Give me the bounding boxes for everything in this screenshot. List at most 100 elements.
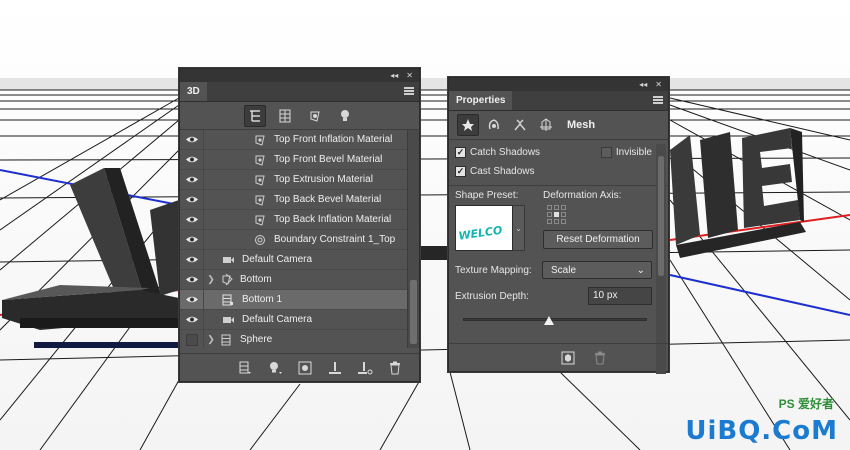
visibility-toggle[interactable]	[180, 250, 204, 269]
3d-panel: ◂◂ ✕ 3D Top Front Inflation Material Top…	[179, 68, 420, 382]
add-mesh-button[interactable]	[236, 359, 254, 377]
properties-scrollbar[interactable]	[656, 144, 666, 374]
extrusion-depth-row: Extrusion Depth: 10 px	[455, 283, 652, 309]
chevron-down-icon[interactable]: ⌄	[513, 205, 525, 251]
watermark: PS 爱好者 UiBQ.CoM	[685, 397, 838, 446]
add-constraint-icon	[298, 361, 311, 374]
reset-deformation-button[interactable]: Reset Deformation	[543, 230, 653, 249]
slider-handle[interactable]	[544, 316, 555, 325]
materials-filter-button[interactable]	[304, 105, 326, 127]
collapse-icon[interactable]: ◂◂	[390, 71, 398, 80]
panel-tabbar: Properties	[449, 91, 668, 111]
add-light-button[interactable]	[266, 359, 284, 377]
axis-point[interactable]	[547, 219, 552, 224]
list-item-selected[interactable]: Bottom 1	[180, 290, 419, 310]
list-item[interactable]: ❯ Sphere	[180, 330, 419, 348]
lights-filter-button[interactable]	[334, 105, 356, 127]
3d-filter-toolbar	[180, 102, 419, 130]
deform-mode-button[interactable]	[483, 114, 505, 136]
list-item[interactable]: Default Camera	[180, 250, 419, 270]
toggle-objects-button[interactable]	[356, 359, 374, 377]
camera-icon	[220, 253, 236, 267]
layer-name: Top Back Bevel Material	[274, 194, 382, 205]
preset-preview-image: WELCO	[458, 224, 503, 243]
list-item[interactable]: Top Back Bevel Material	[180, 190, 419, 210]
panel-chrome: ◂◂ ✕	[180, 69, 419, 82]
cast-shadows-row: ✓ Cast Shadows	[455, 162, 652, 181]
axis-point[interactable]	[561, 205, 566, 210]
texture-mapping-select[interactable]: Scale ⌄	[542, 261, 652, 279]
whole-scene-filter-button[interactable]	[243, 104, 266, 127]
list-item[interactable]: Default Camera	[180, 310, 419, 330]
chevron-down-icon: ⌄	[636, 264, 645, 276]
texture-mapping-label: Texture Mapping:	[455, 264, 532, 276]
axis-point[interactable]	[554, 205, 559, 210]
cast-shadows-checkbox[interactable]: ✓	[455, 166, 466, 177]
visibility-toggle[interactable]	[180, 190, 204, 209]
list-item[interactable]: ❯ Bottom	[180, 270, 419, 290]
list-item[interactable]: Top Front Inflation Material	[180, 130, 419, 150]
list-item[interactable]: Top Back Inflation Material	[180, 210, 419, 230]
scrollbar-thumb[interactable]	[658, 156, 664, 276]
visibility-toggle[interactable]	[180, 130, 204, 149]
mesh-mode-button[interactable]	[457, 114, 479, 136]
add-constraint-button[interactable]	[296, 359, 314, 377]
3d-viewport[interactable]	[0, 0, 850, 450]
layer-name: Default Camera	[242, 314, 313, 325]
deformation-axis-group: Deformation Axis: Reset Deformation	[543, 190, 653, 251]
layer-name: Top Back Inflation Material	[274, 214, 392, 225]
collapse-icon[interactable]: ◂◂	[639, 80, 647, 89]
invisible-checkbox[interactable]	[600, 147, 612, 158]
cap-mode-button[interactable]	[509, 114, 531, 136]
layer-name: Default Camera	[242, 254, 313, 265]
visibility-toggle[interactable]	[180, 310, 204, 329]
layer-name: Boundary Constraint 1_Top	[274, 234, 396, 245]
tab-3d[interactable]: 3D	[180, 82, 207, 101]
mesh-icon	[218, 333, 234, 347]
catch-shadows-checkbox[interactable]: ✓	[455, 147, 466, 158]
drop-to-ground-button[interactable]	[326, 359, 344, 377]
visibility-toggle[interactable]	[180, 170, 204, 189]
axis-point-selected[interactable]	[554, 212, 559, 217]
eye-icon	[185, 296, 198, 303]
chevron-right-icon[interactable]: ❯	[204, 334, 218, 345]
delete-button[interactable]	[386, 359, 404, 377]
deformation-axis-label: Deformation Axis:	[543, 190, 622, 201]
layer-list-scrollbar[interactable]	[407, 130, 419, 348]
visibility-toggle[interactable]	[180, 290, 204, 309]
slider-track[interactable]	[463, 318, 647, 321]
axis-point[interactable]	[547, 212, 552, 217]
extrusion-depth-slider[interactable]	[463, 311, 647, 329]
axis-point[interactable]	[561, 219, 566, 224]
axis-point[interactable]	[561, 212, 566, 217]
visibility-toggle[interactable]	[180, 330, 204, 348]
visibility-toggle[interactable]	[180, 230, 204, 249]
axis-point[interactable]	[554, 219, 559, 224]
panel-menu-icon[interactable]	[653, 96, 663, 104]
list-item[interactable]: Top Extrusion Material	[180, 170, 419, 190]
scene-tree-icon	[249, 109, 260, 122]
deformation-axis-picker[interactable]	[547, 205, 653, 224]
meshes-filter-button[interactable]	[274, 105, 296, 127]
visibility-toggle[interactable]	[180, 210, 204, 229]
light-bulb-icon	[269, 361, 282, 374]
close-icon[interactable]: ✕	[655, 80, 662, 89]
list-item[interactable]: Top Front Bevel Material	[180, 150, 419, 170]
chevron-right-icon[interactable]: ❯	[204, 274, 218, 285]
close-icon[interactable]: ✕	[406, 71, 413, 80]
material-icon	[252, 133, 268, 147]
shape-preset-thumbnail[interactable]: WELCO	[455, 205, 513, 251]
tab-properties[interactable]: Properties	[449, 91, 513, 110]
visibility-toggle[interactable]	[180, 270, 204, 289]
render-button[interactable]	[559, 349, 577, 367]
layer-name: Top Front Inflation Material	[274, 134, 393, 145]
axis-point[interactable]	[547, 205, 552, 210]
panel-menu-icon[interactable]	[404, 87, 414, 95]
extrusion-depth-input[interactable]: 10 px	[588, 287, 652, 305]
delete-button[interactable]	[591, 349, 609, 367]
coordinates-mode-button[interactable]	[535, 114, 557, 136]
visibility-toggle[interactable]	[180, 150, 204, 169]
list-item[interactable]: Boundary Constraint 1_Top	[180, 230, 419, 250]
render-cube-icon	[561, 351, 574, 364]
scrollbar-thumb[interactable]	[410, 280, 417, 344]
